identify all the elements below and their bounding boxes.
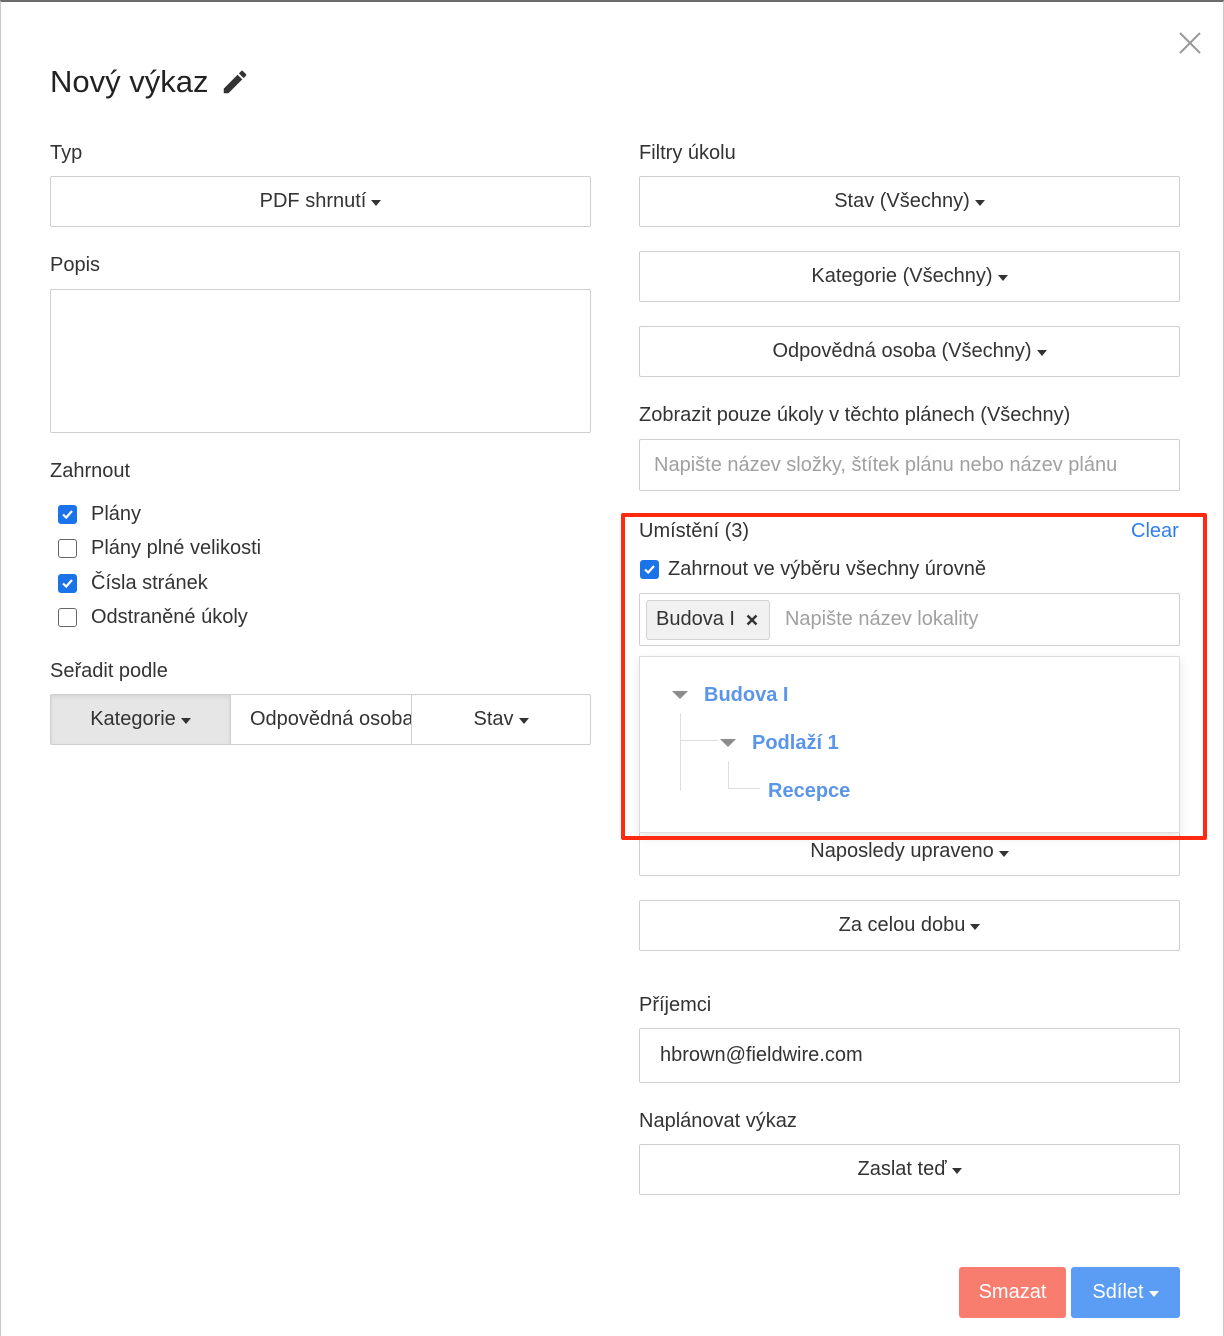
clear-location-link[interactable]: Clear xyxy=(1131,520,1179,543)
include-option-label: Plány plné velikosti xyxy=(91,537,262,559)
type-dropdown[interactable]: PDF shrnutí xyxy=(50,176,591,227)
tree-node-room[interactable]: Recepce xyxy=(768,780,850,803)
checkbox-checked[interactable] xyxy=(58,505,77,524)
include-option-label: Odstraněné úkoly xyxy=(91,606,248,628)
page-title: Nový výkaz xyxy=(50,64,209,99)
caret-down-icon xyxy=(1148,1290,1159,1297)
caret-down-icon xyxy=(180,717,191,724)
location-input-placeholder: Napište název lokality xyxy=(784,608,979,630)
include-option-plans[interactable]: Plány xyxy=(58,503,141,526)
location-tree-dropdown: Budova I Podlaží 1 Recepce xyxy=(639,656,1180,833)
check-icon xyxy=(62,579,73,589)
sort-label: Seřadit podle xyxy=(50,660,168,682)
schedule-label: Naplánovat výkaz xyxy=(639,1110,797,1132)
caret-down-icon xyxy=(1036,349,1047,356)
sort-option-label: Odpovědná osoba xyxy=(250,708,412,730)
caret-down-icon xyxy=(998,851,1009,857)
location-label: Umístění (3) xyxy=(639,520,750,542)
period-filter-dropdown[interactable]: Za celou dobu xyxy=(639,900,1180,951)
new-report-modal: Nový výkaz Typ PDF shrnutí Popis Zahrnou… xyxy=(0,0,1224,1336)
include-option-page-numbers[interactable]: Čísla stránek xyxy=(58,572,208,595)
category-filter-label: Kategorie (Všechny) xyxy=(811,265,993,287)
checkbox-checked[interactable] xyxy=(58,574,77,593)
recipients-value: hbrown@fieldwire.com xyxy=(660,1044,863,1066)
sort-option-category[interactable]: Kategorie xyxy=(51,695,231,744)
tree-connector xyxy=(728,761,729,789)
pencil-icon[interactable] xyxy=(220,67,250,97)
assignee-filter-dropdown[interactable]: Odpovědná osoba (Všechny) xyxy=(639,326,1180,377)
include-all-levels-label: Zahrnout ve výběru všechny úrovně xyxy=(668,558,986,580)
recipients-input[interactable]: hbrown@fieldwire.com xyxy=(639,1028,1180,1083)
checkbox-unchecked[interactable] xyxy=(58,539,77,558)
caret-down-icon xyxy=(951,1167,962,1174)
assignee-filter-label: Odpovědná osoba (Všechny) xyxy=(772,340,1032,362)
checkbox-checked[interactable] xyxy=(640,560,659,579)
close-icon[interactable] xyxy=(1177,30,1203,56)
tree-connector xyxy=(728,788,760,789)
tree-node-floor[interactable]: Podlaží 1 xyxy=(752,732,839,755)
checkbox-unchecked[interactable] xyxy=(58,608,77,627)
status-filter-dropdown[interactable]: Stav (Všechny) xyxy=(639,176,1180,227)
tree-connector xyxy=(680,713,681,791)
sort-segmented-control: Kategorie Odpovědná osoba Stav xyxy=(50,694,591,745)
include-option-deleted-tasks[interactable]: Odstraněné úkoly xyxy=(58,606,248,629)
delete-button-label: Smazat xyxy=(978,1281,1047,1303)
plans-search-input[interactable]: Napište název složky, štítek plánu nebo … xyxy=(639,439,1180,491)
caret-down-icon xyxy=(518,717,529,724)
caret-down-icon xyxy=(974,199,985,206)
recipients-label: Příjemci xyxy=(639,994,712,1016)
period-filter-label: Za celou dobu xyxy=(838,914,966,936)
category-filter-dropdown[interactable]: Kategorie (Všechny) xyxy=(639,251,1180,302)
filters-label: Filtry úkolu xyxy=(639,142,736,164)
include-option-label: Plány xyxy=(91,503,142,525)
location-input[interactable]: Budova I Napište název lokality xyxy=(639,593,1180,646)
caret-down-icon xyxy=(371,199,382,206)
sort-option-assignee[interactable]: Odpovědná osoba xyxy=(231,695,412,744)
remove-tag-icon[interactable] xyxy=(745,613,759,627)
schedule-dropdown-label: Zaslat teď xyxy=(857,1158,947,1180)
collapse-triangle-icon[interactable] xyxy=(672,691,688,699)
tree-node-building[interactable]: Budova I xyxy=(704,684,788,707)
title-row: Nový výkaz xyxy=(50,64,250,100)
include-all-levels-option[interactable]: Zahrnout ve výběru všechny úrovně xyxy=(640,558,986,581)
description-label: Popis xyxy=(50,254,101,276)
description-textarea[interactable] xyxy=(50,289,591,433)
include-label: Zahrnout xyxy=(50,460,131,482)
check-icon xyxy=(644,565,655,575)
plans-filter-label: Zobrazit pouze úkoly v těchto plánech (V… xyxy=(639,404,1071,426)
sort-option-status[interactable]: Stav xyxy=(412,695,590,744)
status-filter-label: Stav (Všechny) xyxy=(834,190,970,212)
include-option-fullsize-plans[interactable]: Plány plné velikosti xyxy=(58,537,261,560)
sort-option-label: Kategorie xyxy=(90,708,176,730)
include-option-label: Čísla stránek xyxy=(91,572,208,594)
delete-button[interactable]: Smazat xyxy=(959,1267,1066,1318)
caret-down-icon xyxy=(997,274,1008,281)
location-tag: Budova I xyxy=(646,599,770,640)
location-tag-label: Budova I xyxy=(656,608,735,630)
plans-search-placeholder: Napište název složky, štítek plánu nebo … xyxy=(654,453,1118,476)
collapse-triangle-icon[interactable] xyxy=(720,739,736,747)
type-label: Typ xyxy=(50,142,83,164)
share-button-label: Sdílet xyxy=(1092,1281,1144,1303)
type-dropdown-label: PDF shrnutí xyxy=(259,190,367,212)
tree-connector xyxy=(680,740,718,741)
schedule-dropdown[interactable]: Zaslat teď xyxy=(639,1144,1180,1195)
modified-filter-label: Naposledy upraveno xyxy=(810,840,994,862)
check-icon xyxy=(62,510,73,520)
share-button[interactable]: Sdílet xyxy=(1071,1267,1180,1318)
sort-option-label: Stav xyxy=(473,708,514,730)
caret-down-icon xyxy=(970,923,981,930)
